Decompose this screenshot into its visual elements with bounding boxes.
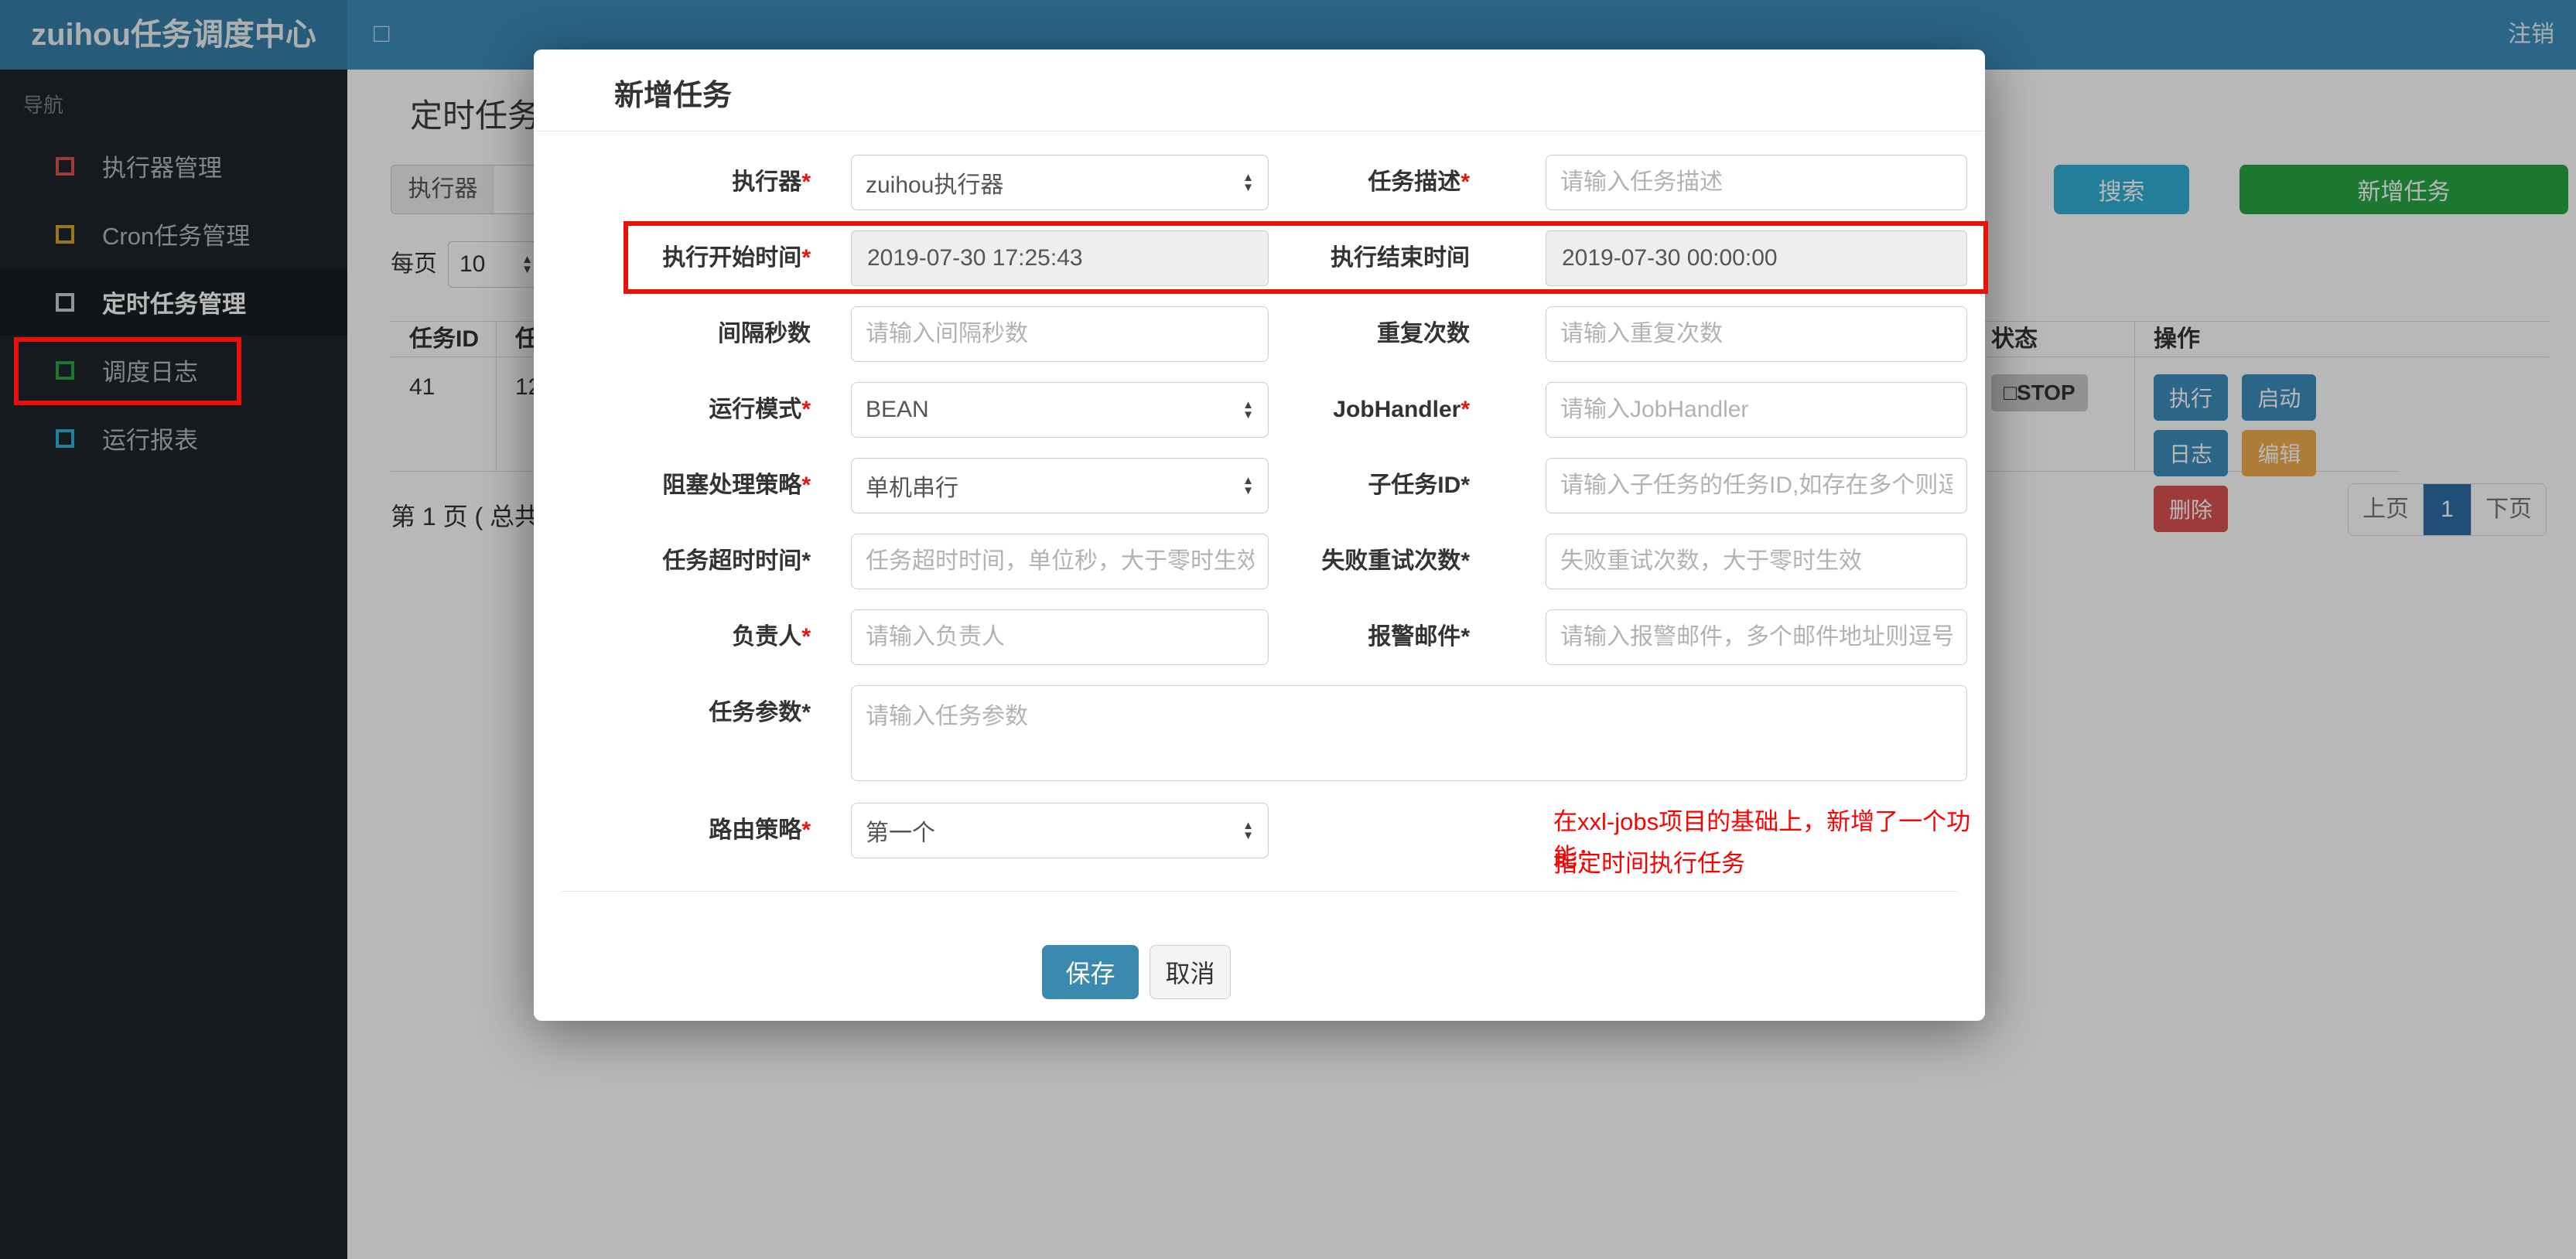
field-label-block-strategy: 阻塞处理策略* — [662, 473, 811, 498]
add-task-modal: 新增任务 执行器* zuihou执行器 ▲▼ 任务描述* 执行开始时间* 201… — [534, 49, 1985, 1021]
modal-header: 新增任务 — [534, 49, 1985, 131]
field-label-executor: 执行器* — [732, 169, 811, 195]
child-task-id-field — [1546, 458, 1967, 513]
field-label-route-strategy: 路由策略* — [709, 817, 811, 843]
modal-footer-divider — [562, 891, 1957, 892]
field-label-task-timeout: 任务超时时间* — [662, 548, 811, 574]
repeat-count-input[interactable] — [1546, 307, 1966, 361]
task-desc-field — [1546, 155, 1967, 210]
field-label-task-desc: 任务描述* — [1368, 169, 1470, 195]
task-params-textarea[interactable] — [851, 685, 1967, 781]
task-desc-input[interactable] — [1546, 155, 1966, 210]
field-label-jobhandler: JobHandler* — [1333, 397, 1470, 422]
field-label-repeat-count: 重复次数 — [1377, 321, 1470, 346]
repeat-count-field — [1546, 306, 1967, 362]
route-strategy-select[interactable]: 第一个 ▲ ▼ — [851, 803, 1269, 858]
field-label-fail-retry-count: 失败重试次数* — [1321, 548, 1470, 574]
child-task-id-input[interactable] — [1546, 459, 1966, 513]
alarm-email-field — [1546, 609, 1967, 665]
jobhandler-input[interactable] — [1546, 383, 1966, 437]
fail-retry-count-field — [1546, 534, 1967, 589]
field-label-run-mode: 运行模式* — [709, 397, 811, 422]
annotation-box-sidebar-item — [14, 337, 241, 405]
field-label-task-params: 任务参数* — [709, 700, 811, 725]
annotation-box-date-row — [624, 221, 1988, 294]
select-arrows-icon: ▲ ▼ — [1242, 819, 1254, 842]
field-label-interval-seconds: 间隔秒数 — [718, 321, 811, 346]
jobhandler-field — [1546, 382, 1967, 438]
field-label-owner: 负责人* — [732, 624, 811, 650]
field-label-alarm-email: 报警邮件* — [1368, 624, 1470, 650]
save-button[interactable]: 保存 — [1042, 945, 1139, 999]
cancel-button[interactable]: 取消 — [1150, 945, 1231, 999]
alarm-email-input[interactable] — [1546, 610, 1966, 664]
modal-title: 新增任务 — [614, 80, 733, 112]
modal-note-line2: 指定时间执行任务 — [1553, 850, 1745, 877]
fail-retry-count-input[interactable] — [1546, 534, 1966, 589]
field-label-child-task-id: 子任务ID* — [1368, 473, 1470, 498]
